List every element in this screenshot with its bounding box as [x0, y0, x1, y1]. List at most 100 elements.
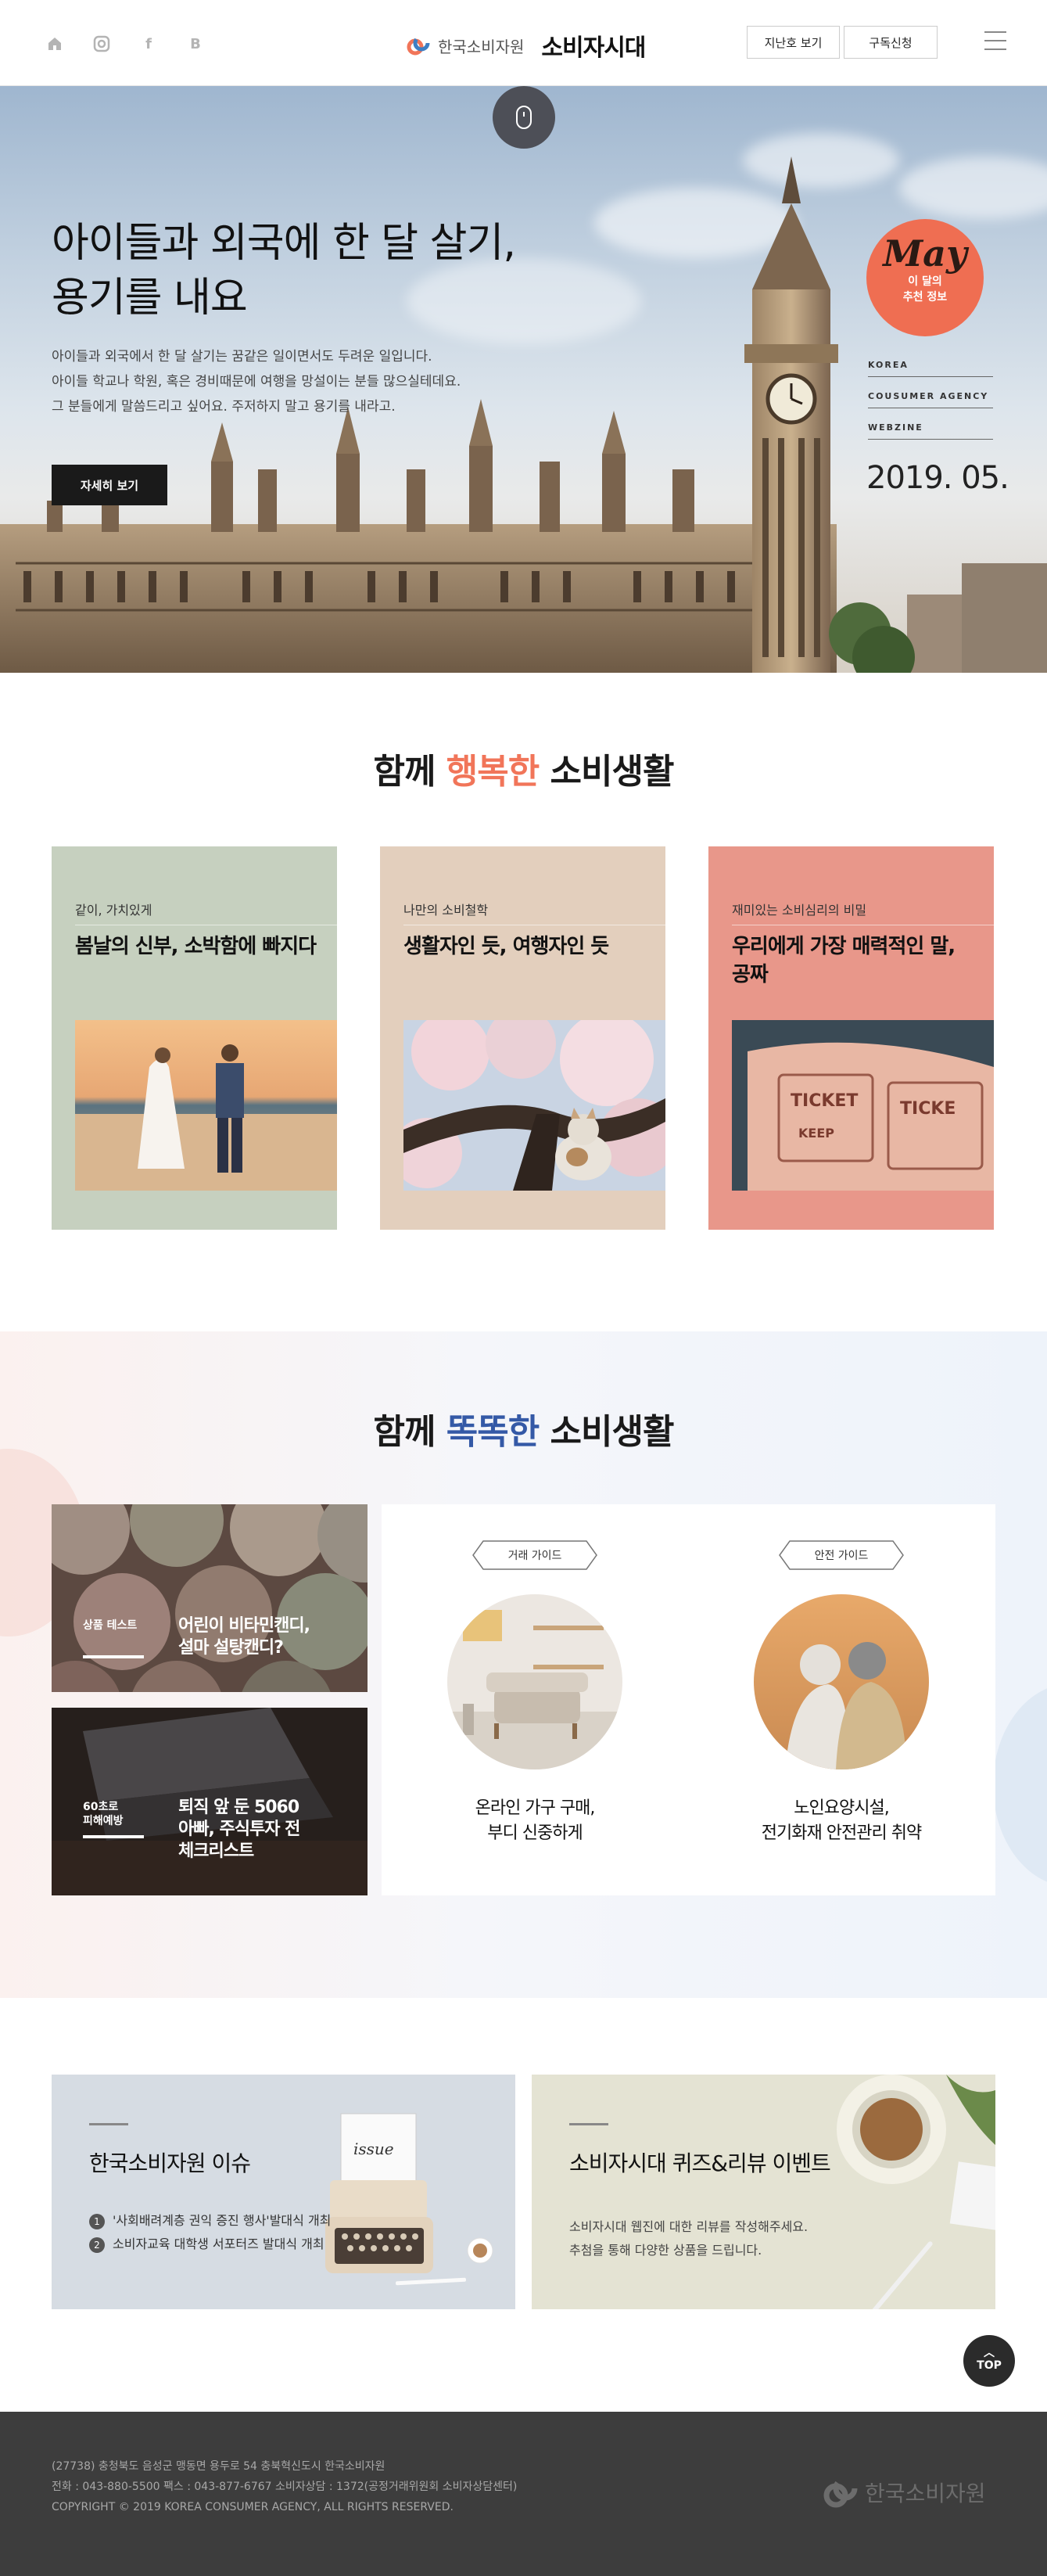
- article-card[interactable]: 나만의 소비철학 생활자인 듯, 여행자인 듯: [380, 846, 665, 1230]
- tile-text-line1: 어린이 비타민캔디,: [178, 1616, 310, 1636]
- hero-title-line2: 용기를 내요: [52, 275, 248, 322]
- hero-title: 아이들과 외국에 한 달 살기, 용기를 내요: [52, 216, 516, 325]
- tile-text-line1: 퇴직 앞 둔 5060: [178, 1798, 299, 1817]
- meta-agency: COUSUMER AGENCY: [868, 391, 993, 408]
- logo-mark-icon: [407, 34, 430, 57]
- footer-address: (27738) 충청북도 음성군 맹동면 용두로 54 충북혁신도시 한국소비자…: [52, 2460, 385, 2473]
- guide-text-line2: 전기화재 안전관리 취약: [761, 1823, 922, 1843]
- badge-sub2: 추천 정보: [902, 291, 948, 304]
- guide-text-line1: 온라인 가구 구매,: [475, 1798, 596, 1818]
- trade-guide-card[interactable]: 거래 가이드 온라인 가구 구매, 부디 신중하게: [382, 1504, 688, 1895]
- furniture-image: [447, 1594, 622, 1769]
- issue-banner-title: 한국소비자원 이슈: [89, 2150, 251, 2176]
- hero-title-line1: 아이들과 외국에 한 달 살기,: [52, 220, 516, 267]
- smart-title-accent: 똑똑한: [446, 1412, 540, 1452]
- card-title: 우리에게 가장 매력적인 말, 공짜: [732, 935, 956, 986]
- badge-sub1: 이 달의: [908, 275, 942, 288]
- guide-text-line2: 부디 신중하게: [487, 1823, 583, 1843]
- cat-in-tree-image: [403, 1020, 665, 1191]
- card-category: 재미있는 소비심리의 비밀: [732, 903, 867, 918]
- event-description: 소비자시대 웹진에 대한 리뷰를 작성해주세요. 추첨을 통해 다양한 상품을 …: [569, 2215, 808, 2262]
- guide-text: 온라인 가구 구매, 부디 신중하게: [382, 1796, 688, 1846]
- svg-text:TICKE: TICKE: [900, 1099, 956, 1119]
- hero-desc-line1: 아이들과 외국에서 한 달 살기는 꿈같은 일이면서도 두려운 일입니다.: [52, 349, 432, 365]
- footer-logo-icon: [823, 2476, 858, 2508]
- guide-tag-label: 안전 가이드: [814, 1550, 869, 1562]
- logo-title: 소비자시대: [541, 34, 646, 62]
- social-links: f B: [45, 34, 205, 53]
- tickets-image: TICKET KEEP TICKE: [732, 1020, 994, 1191]
- guide-tag-label: 거래 가이드: [507, 1550, 562, 1562]
- happy-title-post: 소비생활: [539, 752, 675, 792]
- guide-text: 노인요양시설, 전기화재 안전관리 취약: [688, 1796, 995, 1846]
- event-desc-line1: 소비자시대 웹진에 대한 리뷰를 작성해주세요.: [569, 2219, 809, 2234]
- item-number: 1: [89, 2214, 105, 2229]
- happy-title-pre: 함께: [373, 752, 446, 792]
- svg-text:TICKET: TICKET: [791, 1091, 858, 1111]
- hero-description: 아이들과 외국에서 한 달 살기는 꿈같은 일이면서도 두려운 일입니다. 아이…: [52, 344, 461, 419]
- home-icon[interactable]: [45, 34, 64, 53]
- tile-text: 어린이 비타민캔디, 설마 설탕캔디?: [178, 1615, 310, 1659]
- issue-list-item[interactable]: 2 소비자교육 대학생 서포터즈 발대식 개최: [89, 2233, 331, 2256]
- footer-copyright: COPYRIGHT © 2019 KOREA CONSUMER AGENCY, …: [52, 2501, 454, 2513]
- tile-text-line2: 설마 설탕캔디?: [178, 1638, 284, 1658]
- page: { "header": { "socials": [ {"icon": "hom…: [0, 0, 1047, 2576]
- smart-title-post: 소비생활: [539, 1412, 675, 1452]
- article-card[interactable]: 재미있는 소비심리의 비밀 우리에게 가장 매력적인 말, 공짜 TICKET …: [708, 846, 994, 1230]
- issue-list: 1 '사회배려계층 권익 증진 행사'발대식 개최 2 소비자교육 대학생 서포터즈…: [89, 2209, 331, 2256]
- footer-logo-text: 한국소비자원: [865, 2481, 986, 2506]
- tile-text-line3: 체크리스트: [178, 1841, 254, 1861]
- elderly-couple-image: [754, 1594, 929, 1769]
- happy-section-title: 함께 행복한 소비생활: [0, 743, 1047, 793]
- card-title: 생활자인 듯, 여행자인 듯: [403, 935, 609, 958]
- scroll-indicator[interactable]: [493, 86, 555, 149]
- safety-guide-card[interactable]: 안전 가이드 노인요양시설, 전기화재 안전관리 취약: [688, 1504, 995, 1895]
- card-category: 나만의 소비철학: [403, 903, 489, 918]
- guide-text-line1: 노인요양시설,: [794, 1798, 889, 1818]
- meta-webzine: WEBZINE: [868, 422, 993, 440]
- archive-button[interactable]: 지난호 보기: [747, 26, 840, 59]
- svg-text:KEEP: KEEP: [798, 1126, 834, 1141]
- item-text: '사회배려계층 권익 증진 행사'발대식 개최: [113, 2213, 332, 2228]
- month-badge[interactable]: May 이 달의 추천 정보: [866, 219, 984, 336]
- mouse-icon: [516, 106, 532, 129]
- site-header: f B 한국소비자원 소비자시대 지난호 보기 구독신청: [0, 0, 1047, 86]
- issue-list-item[interactable]: 1 '사회배려계층 권익 증진 행사'발대식 개최: [89, 2209, 331, 2233]
- hamburger-menu-icon[interactable]: [984, 31, 1006, 50]
- footer-logo[interactable]: 한국소비자원: [823, 2474, 986, 2510]
- hero-detail-button[interactable]: 자세히 보기: [52, 465, 167, 505]
- logo-org-name: 한국소비자원: [438, 37, 525, 56]
- happy-title-accent: 행복한: [446, 752, 540, 792]
- prevention-tile[interactable]: 60초로 피해예방 퇴직 앞 둔 5060 아빠, 주식투자 전 체크리스트: [52, 1708, 368, 1895]
- wedding-couple-image: [75, 1020, 337, 1191]
- hero-desc-line2: 아이들 학교나 학원, 혹은 경비때문에 여행을 망설이는 분들 많으실테데요.: [52, 374, 461, 390]
- tile-tag: 상품 테스트: [83, 1619, 138, 1632]
- facebook-icon[interactable]: f: [139, 34, 158, 53]
- smart-title-pre: 함께: [373, 1412, 446, 1452]
- scroll-top-button[interactable]: ︿ TOP: [963, 2335, 1015, 2387]
- site-logo[interactable]: 한국소비자원 소비자시대: [407, 28, 646, 63]
- item-text: 소비자교육 대학생 서포터즈 발대식 개최: [113, 2236, 324, 2251]
- issue-banner[interactable]: issue 한국소비자원 이슈 1 '사회배려계층 권익 증진 행사'발대식 개최…: [52, 2075, 515, 2309]
- site-footer: (27738) 충청북도 음성군 맹동면 용두로 54 충북혁신도시 한국소비자…: [0, 2412, 1047, 2576]
- guide-panel: 거래 가이드 온라인 가구 구매, 부디 신중하게 안전 가이드 노인요양시설,…: [382, 1504, 995, 1895]
- tile-tag: 60초로 피해예방: [83, 1800, 124, 1828]
- hero-desc-line3: 그 분들에게 말씀드리고 싶어요. 주저하지 말고 용기를 내라고.: [52, 399, 396, 415]
- subscribe-button[interactable]: 구독신청: [844, 26, 938, 59]
- blog-icon[interactable]: B: [186, 34, 205, 53]
- tile-text: 퇴직 앞 둔 5060 아빠, 주식투자 전 체크리스트: [178, 1797, 300, 1863]
- guide-tag: 거래 가이드: [472, 1540, 597, 1570]
- smart-section-title: 함께 똑똑한 소비생활: [0, 1403, 1047, 1453]
- event-banner-title: 소비자시대 퀴즈&리뷰 이벤트: [569, 2150, 831, 2176]
- typewriter-paper-text: issue: [353, 2139, 394, 2158]
- product-test-tile[interactable]: 상품 테스트 어린이 비타민캔디, 설마 설탕캔디?: [52, 1504, 368, 1692]
- event-banner[interactable]: 소비자시대 퀴즈&리뷰 이벤트 소비자시대 웹진에 대한 리뷰를 작성해주세요.…: [532, 2075, 995, 2309]
- footer-info: (27738) 충청북도 음성군 맹동면 용두로 54 충북혁신도시 한국소비자…: [52, 2456, 517, 2517]
- footer-contact: 전화 : 043-880-5500 팩스 : 043-877-6767 소비자상…: [52, 2481, 518, 2493]
- guide-tag: 안전 가이드: [779, 1540, 904, 1570]
- event-desc-line2: 추첨을 통해 다양한 상품을 드립니다.: [569, 2243, 762, 2258]
- tile-text-line2: 아빠, 주식투자 전: [178, 1820, 300, 1839]
- instagram-icon[interactable]: [92, 34, 111, 53]
- article-card[interactable]: 같이, 가치있게 봄날의 신부, 소박함에 빠지다: [52, 846, 337, 1230]
- badge-month: May: [883, 232, 967, 275]
